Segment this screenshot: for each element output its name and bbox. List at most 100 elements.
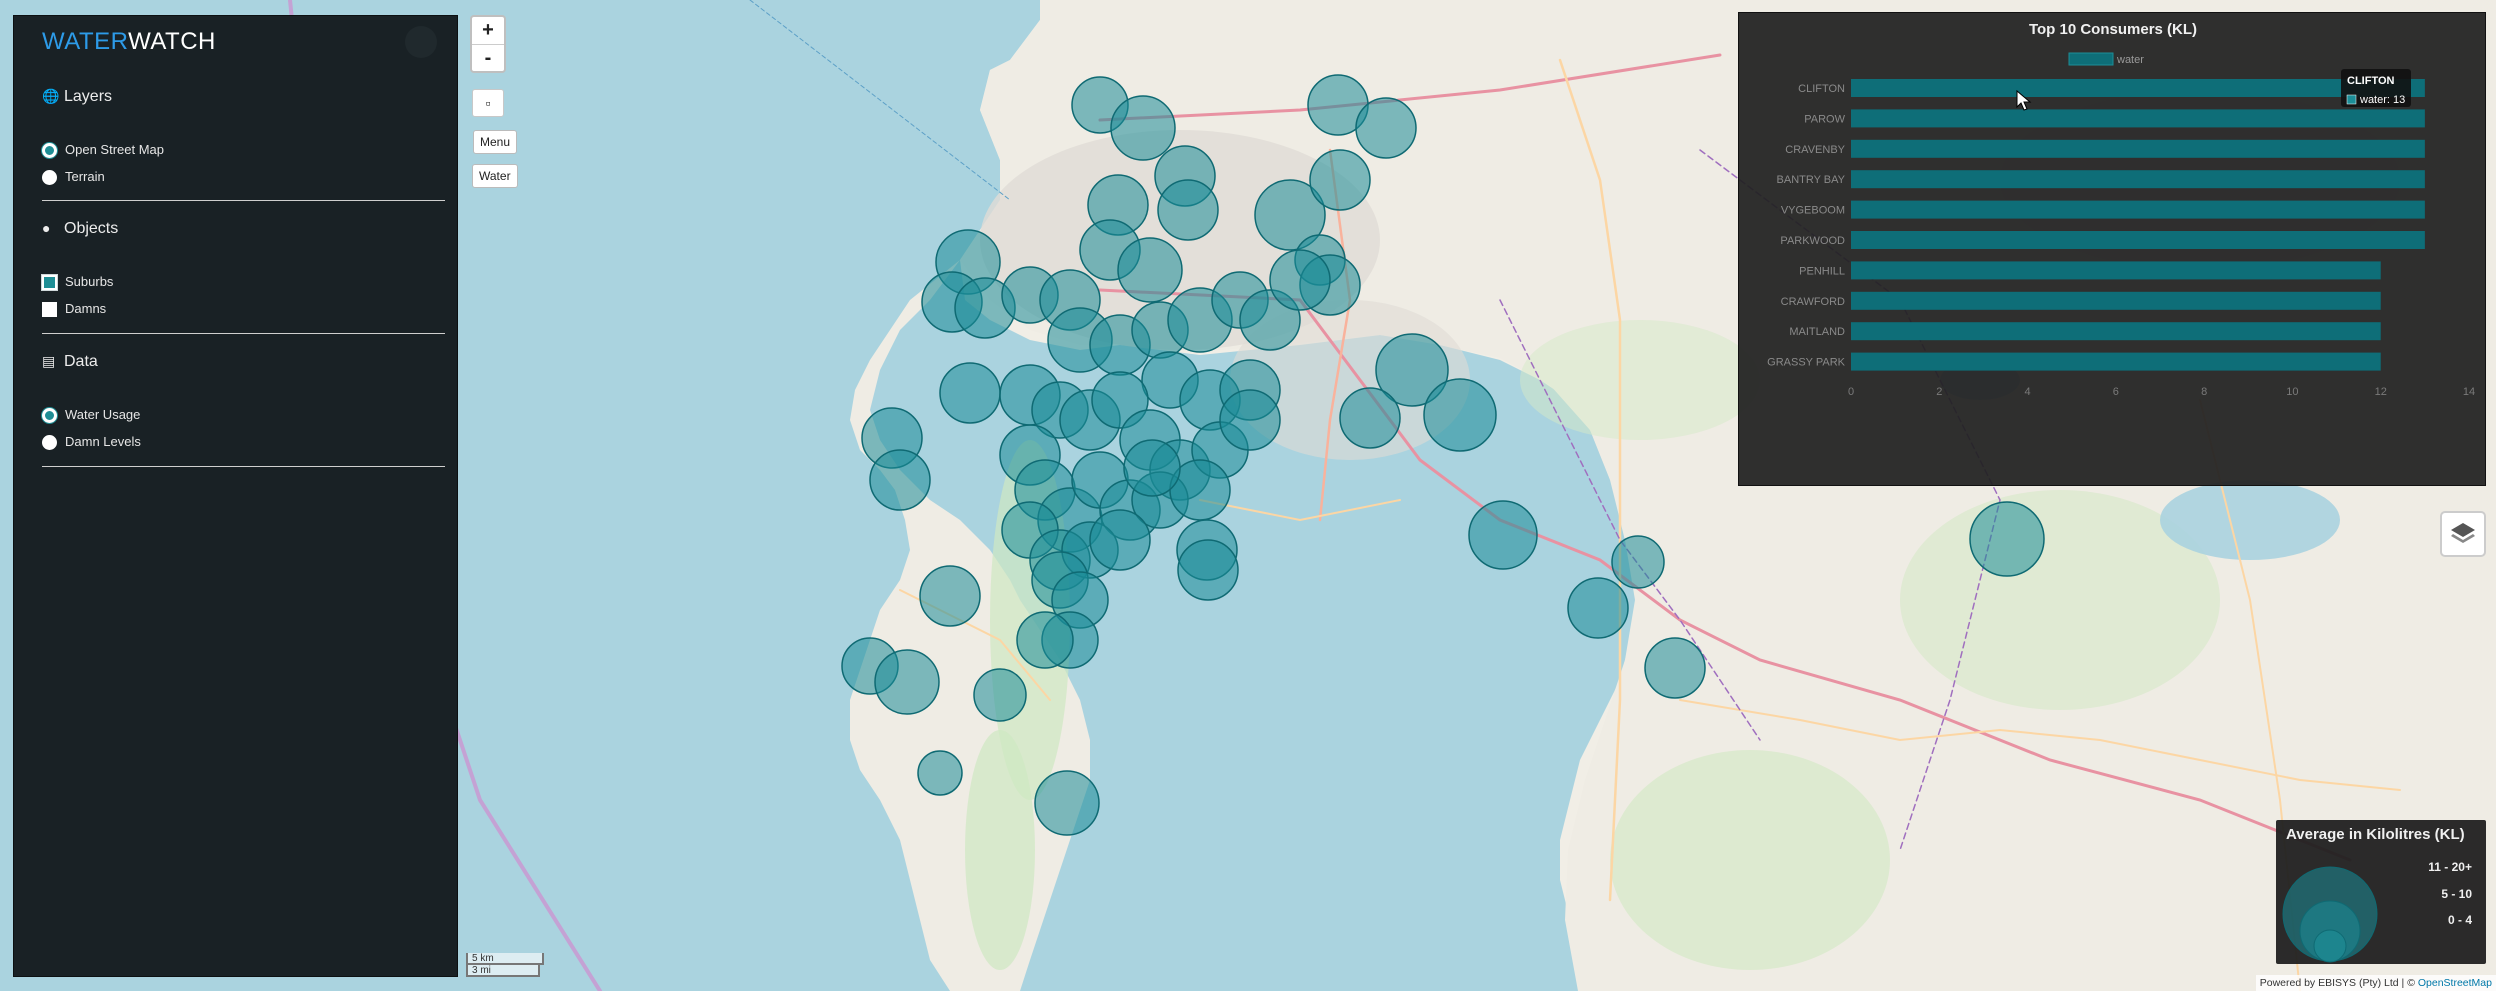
scale-bar: 5 km 3 mi: [466, 953, 544, 977]
suburb-usage-circle[interactable]: [1644, 637, 1706, 699]
bar-vygeboom[interactable]: [1851, 200, 2425, 219]
layers-icon: [2451, 523, 2475, 543]
radio-terrain[interactable]: [42, 170, 57, 186]
x-tick-label: 14: [2463, 386, 2475, 398]
attribution-text: Powered by EBISYS (Pty) Ltd | ©: [2259, 977, 2418, 989]
suburb-usage-circle[interactable]: [1110, 95, 1176, 161]
suburb-usage-circle[interactable]: [1269, 249, 1331, 311]
chart-svg: Top 10 Consumers (KL) water CLIFTON PAROW…: [1767, 21, 2475, 398]
layer-switcher-button[interactable]: [2440, 511, 2486, 557]
logo-watch-text: WATCH: [128, 28, 216, 55]
category-label: CRAVENBY: [1785, 144, 1845, 156]
bar-maitland[interactable]: [1851, 322, 2381, 341]
suburb-usage-circle[interactable]: [917, 750, 963, 796]
divider: [42, 200, 445, 201]
layer-osm-label: Open Street Map: [65, 142, 164, 157]
suburb-usage-circle[interactable]: [1034, 770, 1100, 836]
zoom-control: + -: [470, 15, 506, 73]
legend-circles: [2282, 866, 2378, 963]
data-option-damn-levels[interactable]: Damn Levels: [42, 432, 141, 452]
fullscreen-icon: ▫: [485, 95, 491, 111]
suburb-usage-circle[interactable]: [1177, 539, 1239, 601]
suburb-usage-circle[interactable]: [1468, 500, 1538, 570]
bar-bantry-bay[interactable]: [1851, 170, 2425, 189]
category-label: BANTRY BAY: [1777, 174, 1846, 186]
layer-option-osm[interactable]: Open Street Map: [42, 140, 164, 160]
category-label: PARKWOOD: [1780, 235, 1845, 247]
data-option-water-usage[interactable]: Water Usage: [42, 405, 140, 425]
chart-title: Top 10 Consumers (KL): [2029, 21, 2197, 38]
bar-parow[interactable]: [1851, 109, 2425, 128]
suburb-usage-circle[interactable]: [1157, 179, 1219, 241]
object-damns-label: Damns: [65, 301, 107, 316]
object-option-suburbs[interactable]: Suburbs: [42, 272, 113, 292]
fullscreen-button[interactable]: ▫: [472, 89, 504, 117]
suburb-usage-circle[interactable]: [1123, 439, 1181, 497]
suburb-usage-circle[interactable]: [1339, 387, 1401, 449]
sidebar-toggle-button[interactable]: [405, 26, 437, 58]
suburb-usage-circle[interactable]: [1309, 149, 1371, 211]
map-attribution: Powered by EBISYS (Pty) Ltd | © OpenStre…: [2255, 975, 2496, 991]
object-option-damns[interactable]: Damns: [42, 299, 106, 319]
bar-chart-icon: ▤: [42, 353, 56, 369]
logo-water-text: WATER: [42, 28, 129, 55]
suburb-usage-circle[interactable]: [874, 649, 940, 715]
water-button[interactable]: Water: [472, 164, 518, 188]
suburb-usage-circle[interactable]: [1423, 378, 1497, 452]
bar-crawford[interactable]: [1851, 291, 2381, 310]
radio-water-usage[interactable]: [42, 408, 57, 424]
suburb-usage-circle[interactable]: [1089, 509, 1151, 571]
x-tick-label: 2: [1936, 386, 1942, 398]
suburb-usage-circle[interactable]: [1611, 535, 1665, 589]
tooltip-text: water: 13: [2359, 94, 2405, 106]
suburb-usage-circle[interactable]: [919, 565, 981, 627]
scale-mi: 3 mi: [466, 965, 540, 977]
suburb-usage-circle[interactable]: [1117, 237, 1183, 303]
x-tick-label: 4: [2025, 386, 2031, 398]
x-tick-label: 6: [2113, 386, 2119, 398]
legend-level-low: 0 - 4: [2447, 913, 2472, 927]
x-tick-label: 0: [1848, 386, 1854, 398]
data-damn-levels-label: Damn Levels: [65, 434, 141, 449]
bar-clifton[interactable]: [1851, 79, 2425, 97]
legend-level-high: 11 - 20+: [2428, 860, 2472, 874]
app-logo: WATERWATCH: [42, 28, 216, 56]
menu-button[interactable]: Menu: [473, 130, 518, 154]
bar-cravenby[interactable]: [1851, 139, 2425, 158]
radio-damn-levels[interactable]: [42, 435, 57, 451]
objects-title-label: Objects: [64, 220, 119, 237]
checkbox-damns[interactable]: [42, 302, 57, 318]
suburb-usage-circle[interactable]: [1016, 611, 1074, 669]
checkbox-suburbs[interactable]: [42, 275, 57, 291]
category-label: VYGEBOOM: [1781, 205, 1845, 217]
object-suburbs-label: Suburbs: [65, 274, 114, 289]
legend-title: Average in Kilolitres (KL): [2286, 826, 2465, 843]
zoom-in-button[interactable]: +: [472, 17, 504, 45]
scale-km: 5 km: [466, 953, 544, 965]
suburb-usage-circle[interactable]: [939, 362, 1001, 424]
suburb-usage-circle[interactable]: [973, 668, 1027, 722]
globe-icon: 🌐: [42, 88, 60, 104]
zoom-out-button[interactable]: -: [472, 45, 504, 72]
bar-parkwood[interactable]: [1851, 231, 2425, 249]
radio-osm[interactable]: [42, 143, 57, 159]
bar-grassy-park[interactable]: [1851, 352, 2381, 371]
map-pin-icon: ●: [42, 220, 51, 236]
suburb-usage-circle[interactable]: [1567, 577, 1629, 639]
suburb-usage-circle[interactable]: [1355, 97, 1417, 159]
layers-section-title: 🌐 Layers: [42, 88, 112, 106]
suburb-usage-circle[interactable]: [1969, 501, 2045, 577]
x-tick-label: 10: [2286, 386, 2298, 398]
category-label: CLIFTON: [1798, 83, 1845, 95]
bar-penhill[interactable]: [1851, 261, 2381, 280]
category-label: PENHILL: [1799, 265, 1845, 277]
map-legend: Average in Kilolitres (KL) 11 - 20+ 5 - …: [2276, 820, 2486, 964]
suburb-usage-circle[interactable]: [1219, 389, 1281, 451]
osm-link[interactable]: OpenStreetMap: [2418, 977, 2492, 989]
legend-label-water: water: [2116, 54, 2144, 66]
category-label: MAITLAND: [1789, 326, 1845, 338]
layer-option-terrain[interactable]: Terrain: [42, 167, 105, 187]
divider: [42, 466, 445, 467]
suburb-usage-circle[interactable]: [869, 449, 931, 511]
objects-section-title: ● Objects: [42, 220, 118, 238]
